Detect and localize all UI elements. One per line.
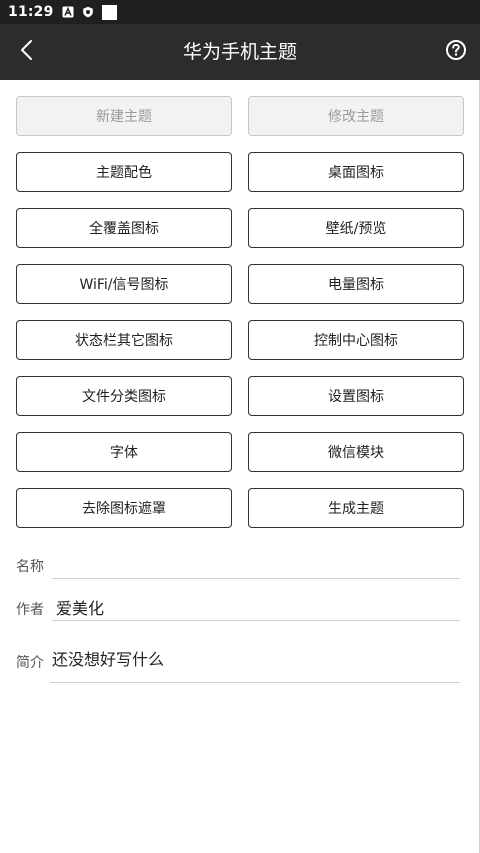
app-toolbar: 华为手机主题 xyxy=(0,24,480,80)
edit-theme-button[interactable]: 修改主题 xyxy=(248,96,464,136)
back-button[interactable] xyxy=(8,32,48,72)
battery-icons-button[interactable]: 电量图标 xyxy=(248,264,464,304)
settings-icons-button[interactable]: 设置图标 xyxy=(248,376,464,416)
new-theme-button[interactable]: 新建主题 xyxy=(16,96,232,136)
name-input[interactable] xyxy=(52,552,460,579)
author-input[interactable] xyxy=(52,594,460,621)
intro-field-row: 简介 还没想好写什么 xyxy=(16,646,460,684)
wallpaper-preview-button[interactable]: 壁纸/预览 xyxy=(248,208,464,248)
theme-color-button[interactable]: 主题配色 xyxy=(16,152,232,192)
control-center-icons-button[interactable]: 控制中心图标 xyxy=(248,320,464,360)
desktop-icons-button[interactable]: 桌面图标 xyxy=(248,152,464,192)
font-button[interactable]: 字体 xyxy=(16,432,232,472)
status-time: 11:29 xyxy=(8,4,54,20)
file-category-icons-button[interactable]: 文件分类图标 xyxy=(16,376,232,416)
wechat-module-button[interactable]: 微信模块 xyxy=(248,432,464,472)
author-field-row: 作者 xyxy=(16,594,460,622)
name-label: 名称 xyxy=(16,559,44,575)
notification-a-icon xyxy=(62,6,74,18)
status-bar: 11:29 xyxy=(0,0,480,24)
wifi-signal-icons-button[interactable]: WiFi/信号图标 xyxy=(16,264,232,304)
help-button[interactable] xyxy=(442,38,470,66)
page-title: 华为手机主题 xyxy=(182,41,297,63)
name-field-row: 名称 xyxy=(16,552,460,580)
help-circle-icon xyxy=(445,39,467,65)
shield-icon xyxy=(82,6,94,18)
intro-label: 简介 xyxy=(16,655,44,671)
author-label: 作者 xyxy=(16,602,44,618)
status-bar-other-icons-button[interactable]: 状态栏其它图标 xyxy=(16,320,232,360)
theme-actions-grid: 新建主题 修改主题 主题配色 桌面图标 全覆盖图标 壁纸/预览 WiFi/信号图… xyxy=(16,96,464,528)
generate-theme-button[interactable]: 生成主题 xyxy=(248,488,464,528)
white-square-icon xyxy=(101,4,117,20)
full-cover-icons-button[interactable]: 全覆盖图标 xyxy=(16,208,232,248)
remove-icon-mask-button[interactable]: 去除图标遮罩 xyxy=(16,488,232,528)
intro-textarea[interactable]: 还没想好写什么 xyxy=(50,646,460,683)
chevron-left-icon xyxy=(18,38,38,66)
